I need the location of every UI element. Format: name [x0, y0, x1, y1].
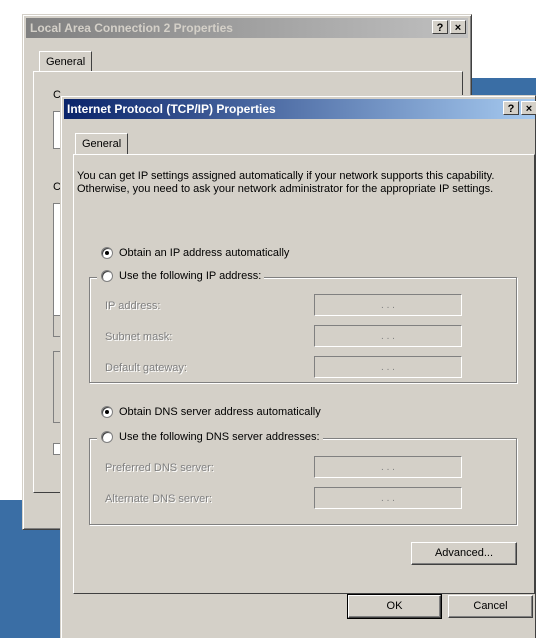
lan-properties-titlebar[interactable]: Local Area Connection 2 Properties ? ×	[26, 18, 468, 38]
lan-close-button[interactable]: ×	[450, 20, 466, 34]
use-following-ip-option[interactable]: Use the following IP address:	[97, 270, 265, 282]
use-following-ip-radio[interactable]	[101, 270, 113, 282]
obtain-dns-auto-label: Obtain DNS server address automatically	[119, 406, 321, 418]
description-text: You can get IP settings assigned automat…	[77, 170, 495, 195]
subnet-mask-value: . . .	[381, 330, 395, 342]
help-button[interactable]: ?	[503, 101, 519, 115]
obtain-ip-auto-label: Obtain an IP address automatically	[119, 247, 290, 259]
obtain-ip-auto-option[interactable]: Obtain an IP address automatically	[101, 247, 293, 259]
obtain-dns-auto-option[interactable]: Obtain DNS server address automatically	[101, 406, 324, 418]
use-following-dns-option[interactable]: Use the following DNS server addresses:	[97, 431, 323, 443]
tcpip-properties-dialog: Internet Protocol (TCP/IP) Properties ? …	[60, 95, 536, 638]
lan-tab-general[interactable]: General	[39, 51, 93, 72]
tcpip-titlebar[interactable]: Internet Protocol (TCP/IP) Properties ? …	[64, 99, 536, 119]
ip-address-field[interactable]: . . .	[314, 294, 462, 316]
default-gateway-label: Default gateway:	[105, 362, 187, 374]
subnet-mask-field[interactable]: . . .	[314, 325, 462, 347]
close-button[interactable]: ×	[521, 101, 536, 115]
preferred-dns-value: . . .	[381, 461, 395, 473]
use-following-ip-label: Use the following IP address:	[119, 270, 262, 282]
lan-help-button[interactable]: ?	[432, 20, 448, 34]
alternate-dns-value: . . .	[381, 492, 395, 504]
tab-general[interactable]: General	[75, 133, 129, 155]
alternate-dns-label: Alternate DNS server:	[105, 493, 212, 505]
use-following-dns-radio[interactable]	[101, 431, 113, 443]
lan-properties-title: Local Area Connection 2 Properties	[30, 21, 233, 35]
ok-button[interactable]: OK	[347, 594, 442, 619]
subnet-mask-label: Subnet mask:	[105, 331, 173, 343]
default-gateway-field[interactable]: . . .	[314, 356, 462, 378]
alternate-dns-field[interactable]: . . .	[314, 487, 462, 509]
default-gateway-value: . . .	[381, 361, 395, 373]
ip-address-value: . . .	[381, 299, 395, 311]
cancel-button[interactable]: Cancel	[448, 595, 533, 618]
obtain-ip-auto-radio[interactable]	[101, 247, 113, 259]
obtain-dns-auto-radio[interactable]	[101, 406, 113, 418]
dns-groupbox	[89, 438, 517, 525]
use-following-dns-label: Use the following DNS server addresses:	[119, 431, 320, 443]
tcpip-title: Internet Protocol (TCP/IP) Properties	[67, 102, 276, 116]
ip-address-label: IP address:	[105, 300, 161, 312]
preferred-dns-field[interactable]: . . .	[314, 456, 462, 478]
advanced-button[interactable]: Advanced...	[411, 542, 517, 565]
desktop: Local Area Connection 2 Properties ? × G…	[0, 0, 536, 638]
preferred-dns-label: Preferred DNS server:	[105, 462, 214, 474]
